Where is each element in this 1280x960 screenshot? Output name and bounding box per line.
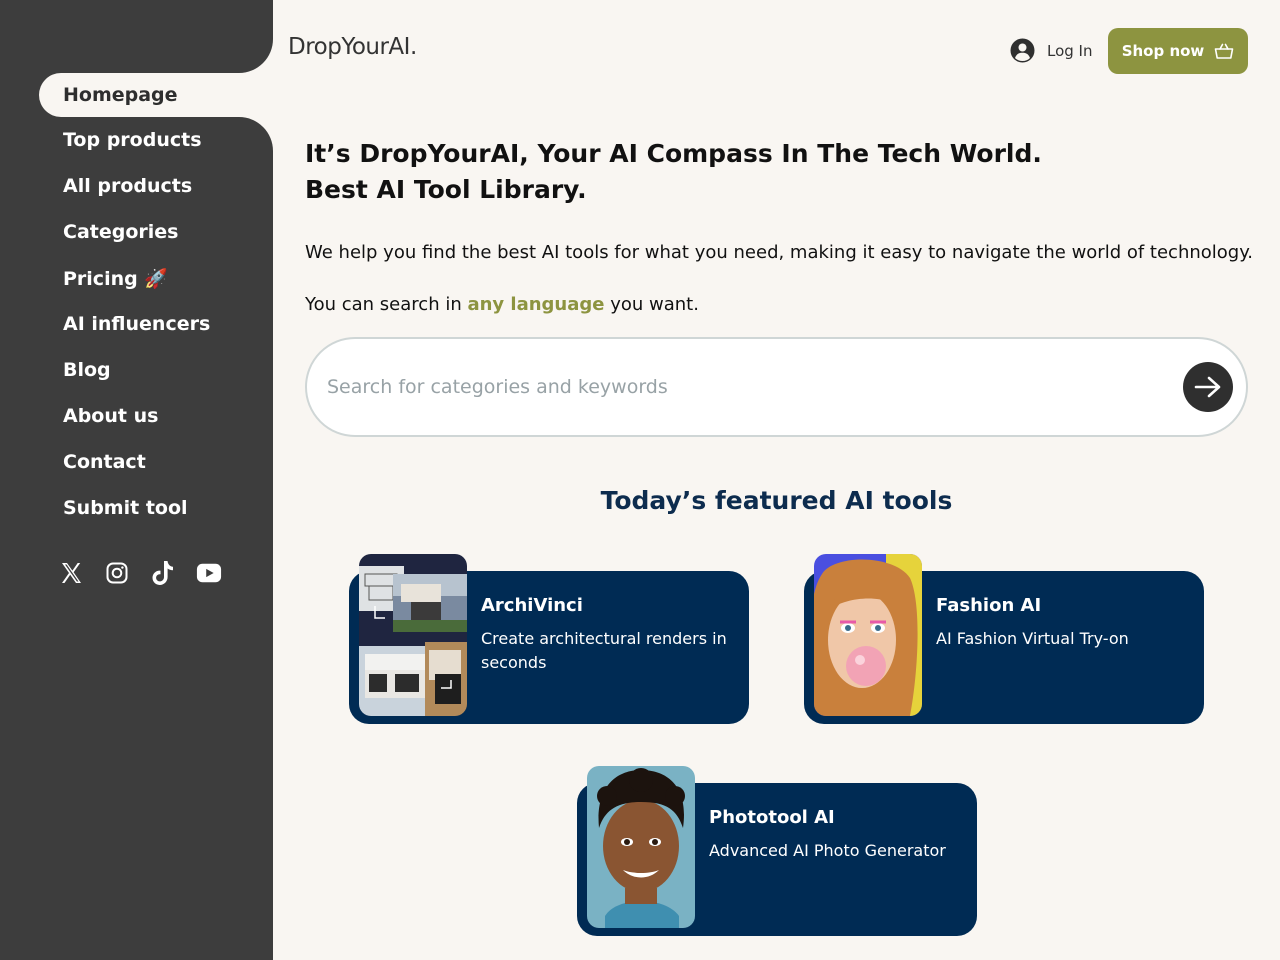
sidebar-item-about-us[interactable]: About us xyxy=(0,393,273,439)
hero-title-line-2: Best AI Tool Library. xyxy=(305,175,587,204)
card-description: AI Fashion Virtual Try-on xyxy=(936,629,1129,648)
featured-title: Today’s featured AI tools xyxy=(600,486,953,515)
card-title: Phototool AI xyxy=(709,807,835,828)
featured-card-phototool-ai[interactable]: Phototool AI Advanced AI Photo Generator xyxy=(577,766,977,936)
basket-icon xyxy=(1214,43,1234,59)
sidebar-item-homepage[interactable]: Homepage xyxy=(39,39,273,117)
arrow-right-icon xyxy=(1194,376,1221,398)
search-input[interactable] xyxy=(327,376,1147,398)
fashion-ai-thumbnail xyxy=(814,554,922,716)
instagram-icon[interactable] xyxy=(104,560,130,586)
archivinci-thumbnail xyxy=(359,554,467,716)
language-note-prefix: You can search in xyxy=(305,294,468,315)
featured-card-archivinci[interactable]: ArchiVinci Create architectural renders … xyxy=(349,554,749,724)
card-title: ArchiVinci xyxy=(481,595,583,616)
tiktok-icon[interactable] xyxy=(150,560,176,586)
login-label: Log In xyxy=(1047,41,1093,60)
shop-now-button[interactable]: Shop now xyxy=(1108,28,1248,74)
language-note-suffix: you want. xyxy=(604,294,699,315)
shop-now-label: Shop now xyxy=(1121,42,1205,60)
sidebar-item-submit-tool[interactable]: Submit tool xyxy=(0,485,273,531)
hero-title-line-1: It’s DropYourAI, Your AI Compass In The … xyxy=(305,139,1042,168)
user-avatar-icon xyxy=(1010,38,1035,63)
sidebar-item-all-products[interactable]: All products xyxy=(0,163,273,209)
language-note: You can search in any language you want. xyxy=(305,294,699,315)
hero-title: It’s DropYourAI, Your AI Compass In The … xyxy=(305,136,1205,208)
sidebar-item-blog[interactable]: Blog xyxy=(0,347,273,393)
login-link[interactable]: Log In xyxy=(1010,38,1093,63)
search-bar xyxy=(305,337,1248,437)
site-logo[interactable]: DropYourAI. xyxy=(288,34,417,60)
x-icon[interactable] xyxy=(58,560,84,586)
card-title: Fashion AI xyxy=(936,595,1042,616)
sidebar-item-contact[interactable]: Contact xyxy=(0,439,273,485)
sidebar-item-top-products[interactable]: Top products xyxy=(0,117,273,163)
card-description: Advanced AI Photo Generator xyxy=(709,841,946,860)
search-submit-button[interactable] xyxy=(1183,362,1233,412)
phototool-ai-thumbnail xyxy=(587,766,695,928)
hero-description: We help you find the best AI tools for w… xyxy=(305,242,1254,263)
sidebar-item-categories[interactable]: Categories xyxy=(0,209,273,255)
sidebar-nav: Homepage Top products All products Categ… xyxy=(0,39,273,531)
language-highlight: any language xyxy=(467,294,605,315)
sidebar-item-pricing[interactable]: Pricing 🚀 xyxy=(0,255,273,301)
sidebar-item-ai-influencers[interactable]: AI influencers xyxy=(0,301,273,347)
youtube-icon[interactable] xyxy=(196,560,222,586)
card-description: Create architectural renders in seconds xyxy=(481,629,727,672)
social-links xyxy=(58,560,222,586)
featured-card-fashion-ai[interactable]: Fashion AI AI Fashion Virtual Try-on xyxy=(804,554,1204,724)
